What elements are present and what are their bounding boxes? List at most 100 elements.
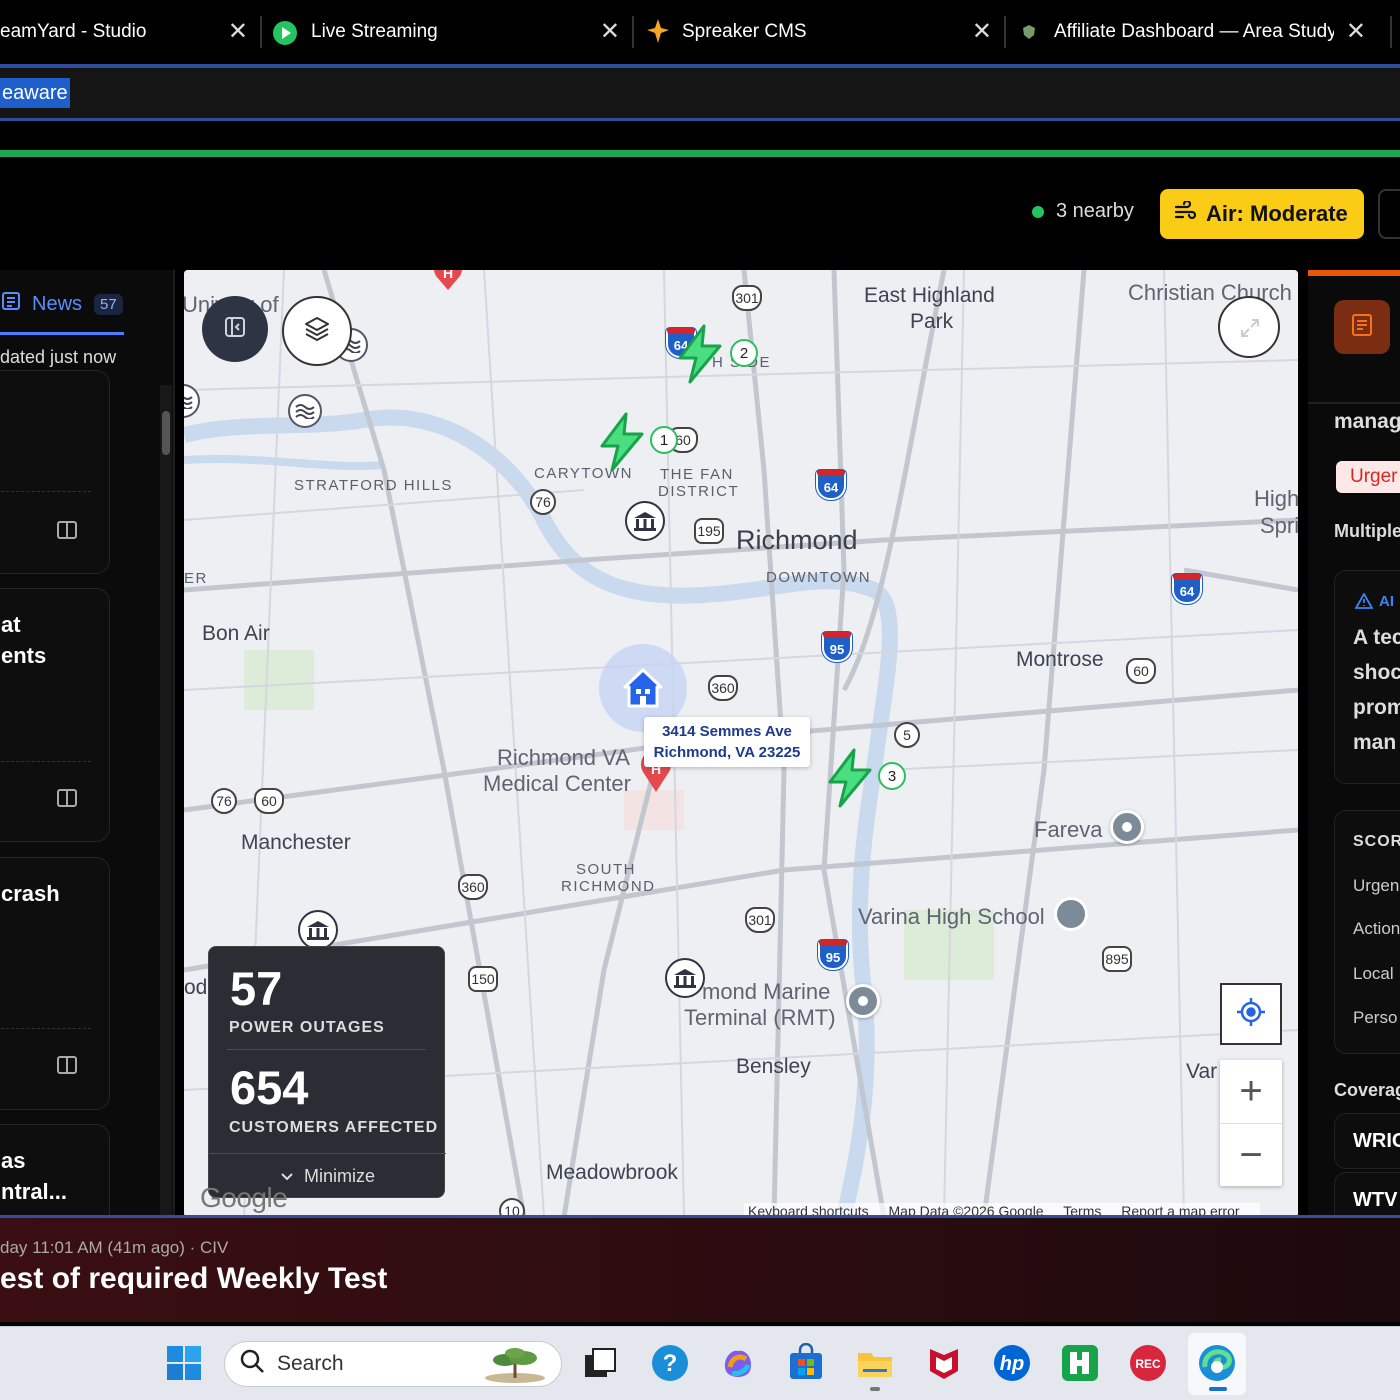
my-location-button[interactable] (1220, 983, 1282, 1045)
play-icon (272, 20, 298, 52)
detail-panel: manag Urger Multiple AI A tec shoc prom … (1308, 270, 1400, 1218)
tab-streamyard[interactable]: eamYard - Studio ✕ (0, 0, 262, 64)
news-card[interactable] (0, 370, 110, 574)
power-outage-icon[interactable] (824, 748, 876, 813)
locate-icon (1236, 997, 1266, 1032)
landmark-icon[interactable] (625, 501, 665, 541)
address-bar[interactable]: eaware (0, 68, 1400, 120)
route-shield: 360 (708, 675, 738, 701)
copilot-icon[interactable] (718, 1343, 758, 1383)
zoom-out-button[interactable]: − (1220, 1123, 1282, 1185)
landmark-icon[interactable] (298, 910, 338, 950)
power-outage-icon[interactable] (674, 324, 726, 389)
taskbar-search[interactable]: Search (224, 1341, 562, 1387)
status-dot (1032, 205, 1044, 218)
edge-browser-icon[interactable] (1197, 1343, 1237, 1391)
panel-icon[interactable] (57, 521, 77, 539)
district-label: DOWNTOWN (766, 569, 872, 586)
panel-icon[interactable] (57, 789, 77, 807)
spreadsheet-app-icon[interactable] (1060, 1343, 1100, 1383)
news-card-title: crash (1, 881, 60, 906)
place-label: Spri (1260, 513, 1298, 538)
google-logo: Google (200, 1182, 288, 1213)
tab-title: eamYard - Studio (0, 21, 147, 42)
warning-icon (1354, 592, 1374, 614)
close-icon[interactable]: ✕ (972, 20, 992, 44)
close-icon[interactable]: ✕ (1346, 20, 1366, 44)
news-card-title: as (1, 1148, 26, 1173)
map-view[interactable]: East Highland Park Christian Church Univ… (184, 270, 1298, 1217)
nearby-indicator[interactable]: 3 nearby (1032, 200, 1134, 223)
zoom-control: + − (1220, 1060, 1282, 1186)
place-label: Terminal (RMT) (684, 1005, 836, 1030)
outage-count: 57 (230, 962, 283, 1015)
close-icon[interactable]: ✕ (600, 20, 620, 44)
customers-label: CUSTOMERS AFFECTED (229, 1119, 439, 1136)
map-layers-button[interactable] (282, 296, 352, 366)
article-button[interactable] (1334, 300, 1390, 354)
help-icon[interactable]: ? (650, 1343, 690, 1383)
urgent-badge: Urger (1336, 461, 1400, 493)
district-label: THE FAN (660, 466, 734, 483)
address-selection[interactable]: eaware (0, 78, 70, 108)
place-label: Park (910, 310, 954, 333)
news-card[interactable]: at ents (0, 588, 110, 842)
place-label: Bon Air (202, 622, 270, 645)
district-label: SOUTH (576, 861, 636, 878)
news-card[interactable]: crash (0, 857, 110, 1110)
updated-status: dated just now (0, 347, 117, 367)
map-pin-icon[interactable] (1110, 810, 1144, 844)
fullscreen-button[interactable] (1218, 296, 1280, 358)
tab-live-streaming[interactable]: Live Streaming ✕ (262, 0, 634, 64)
cluster-count[interactable]: 3 (878, 762, 906, 790)
header-button-partial[interactable] (1378, 189, 1400, 239)
panel-heading: manag (1334, 410, 1400, 433)
windows-start-icon[interactable] (166, 1345, 202, 1381)
news-tab-label: News (32, 292, 83, 315)
hospital-pin-icon[interactable]: H (430, 270, 466, 295)
school-pin-icon[interactable] (1054, 897, 1088, 931)
route-shield: 60 (254, 788, 284, 814)
route-shield: 76 (530, 489, 556, 515)
water-icon[interactable] (288, 394, 322, 428)
task-view-icon[interactable] (580, 1343, 620, 1383)
outage-summary: 57 POWER OUTAGES 654 CUSTOMERS AFFECTED … (208, 946, 446, 1198)
place-label: High (1254, 486, 1298, 511)
score-title: SCOR (1353, 833, 1400, 850)
mcafee-icon[interactable] (924, 1343, 964, 1383)
toggle-sidebar-button[interactable] (202, 296, 268, 362)
map-pin-icon[interactable] (846, 984, 880, 1018)
cluster-count[interactable]: 1 (650, 426, 678, 454)
wind-icon (1174, 199, 1206, 227)
ai-text-line: man (1353, 731, 1397, 754)
district-label: STRATFORD HILLS (294, 477, 453, 494)
tab-affiliate-dashboard[interactable]: Affiliate Dashboard — Area Study ✕ (1006, 0, 1380, 64)
file-explorer-icon[interactable] (855, 1343, 895, 1391)
route-shield: 76 (211, 788, 237, 814)
score-item: Perso (1353, 1008, 1398, 1027)
place-label: Richmond VA (497, 745, 630, 770)
record-icon[interactable]: REC (1128, 1343, 1168, 1383)
microsoft-store-icon[interactable] (786, 1342, 826, 1383)
score-item: Local (1353, 964, 1394, 983)
tab-spreaker[interactable]: Spreaker CMS ✕ (634, 0, 1006, 64)
sidebar-scrollbar[interactable] (160, 385, 172, 1215)
home-icon[interactable] (622, 667, 664, 714)
tab-news[interactable]: News 57 (0, 290, 123, 318)
cluster-count[interactable]: 2 (730, 339, 758, 367)
hp-icon[interactable]: hp (992, 1343, 1032, 1383)
route-shield: 301 (732, 285, 762, 311)
nearby-text: 3 nearby (1056, 200, 1134, 222)
station-item[interactable]: WTV (1334, 1172, 1400, 1218)
svg-text:REC: REC (1135, 1357, 1161, 1371)
station-item[interactable]: WRIC (1334, 1113, 1400, 1169)
power-outage-icon[interactable] (596, 412, 648, 477)
expand-icon (1238, 316, 1262, 345)
route-shield: 301 (745, 907, 775, 933)
ai-text-line: shoc (1353, 661, 1400, 684)
panel-icon[interactable] (57, 1056, 77, 1074)
air-quality-button[interactable]: Air: Moderate (1160, 189, 1364, 239)
close-icon[interactable]: ✕ (228, 20, 248, 44)
zoom-in-button[interactable]: + (1220, 1060, 1282, 1122)
landmark-icon[interactable] (665, 958, 705, 998)
